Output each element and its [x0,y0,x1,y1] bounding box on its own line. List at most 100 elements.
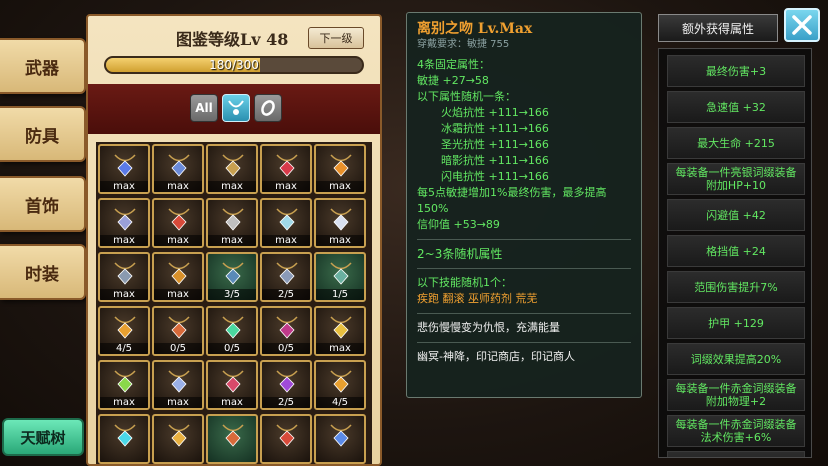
filter-necklace-button[interactable] [222,94,250,122]
item-count: max [100,397,148,408]
skill-header: 以下技能随机1个： [417,276,512,289]
tab-fashion[interactable]: 时装 [0,244,86,300]
filter-bar: All [88,84,380,134]
item-count: max [154,397,202,408]
resist-fire: 火焰抗性 +111→166 [441,106,549,119]
item-count: 2/5 [262,289,310,300]
collection-item[interactable]: max [314,306,366,356]
item-flavor-text: 悲伤慢慢变为仇恨，充满能量 [417,321,560,334]
item-count: max [316,343,364,354]
collection-item[interactable] [314,414,366,464]
jewelry-icon [330,316,352,339]
collection-item[interactable] [98,414,150,464]
item-tooltip: 离别之吻 Lv.Max 穿戴要求：敏捷 755 4条固定属性： 敏捷 +27→5… [406,12,642,398]
resist-frost: 冰霜抗性 +111→166 [441,122,549,135]
item-name: 离别之吻 Lv.Max [417,21,533,37]
jewelry-icon [276,208,298,231]
collection-item[interactable]: max [152,360,204,410]
collection-item[interactable]: max [98,198,150,248]
extra-attribute-item: 词缀效果提高20% [667,343,805,375]
collection-item[interactable] [152,414,204,464]
skill-list: 疾跑 翻滚 巫师药剂 荒芜 [417,292,538,305]
collection-item[interactable]: max [98,252,150,302]
divider [417,239,631,240]
filter-all-button[interactable]: All [190,94,218,122]
collection-item[interactable]: 2/5 [260,360,312,410]
filter-ring-button[interactable] [254,94,282,122]
collection-item[interactable]: max [98,144,150,194]
extra-attribute-item: 每装备一件赤金词缀装备法术伤害+6% [667,415,805,447]
item-count: 4/5 [316,397,364,408]
collection-item[interactable]: max [260,144,312,194]
jewelry-icon [114,208,136,231]
random-attr-header: 以下属性随机一条： [417,90,516,103]
collection-item[interactable]: 2/5 [260,252,312,302]
attr-bonus: 每5点敏捷增加1%最终伤害，最多提高150% [417,186,607,215]
resist-lightning: 闪电抗性 +111→166 [441,170,549,183]
collection-item[interactable]: 4/5 [98,306,150,356]
collection-item[interactable]: max [152,252,204,302]
item-count: max [154,181,202,192]
collection-item[interactable] [206,414,258,464]
tab-jewelry[interactable]: 首饰 [0,176,86,232]
item-count: max [100,181,148,192]
extra-attribute-item: 闪避值 +42 [667,199,805,231]
item-source: 幽冥-神降，印记商店，印记商人 [417,350,575,363]
item-count: max [100,235,148,246]
collection-item[interactable]: max [260,198,312,248]
jewelry-icon [330,370,352,393]
collection-item[interactable]: max [98,360,150,410]
collection-item[interactable]: 0/5 [206,306,258,356]
item-count: max [316,235,364,246]
collection-item[interactable]: 3/5 [206,252,258,302]
collection-level-title: 图鉴等级Lv 48 [176,30,289,49]
tab-weapons[interactable]: 武器 [0,38,86,94]
jewelry-icon [222,424,244,447]
collection-item[interactable]: max [206,360,258,410]
collection-item[interactable]: 1/5 [314,252,366,302]
collection-item[interactable]: max [152,144,204,194]
collection-item[interactable]: max [206,144,258,194]
collection-item[interactable]: max [206,198,258,248]
close-button[interactable] [784,8,820,42]
collection-progress-bar: 180/300 [104,56,364,74]
talent-tree-button[interactable]: 天赋树 [2,418,84,456]
item-count: max [208,235,256,246]
jewelry-icon [168,154,190,177]
collection-item[interactable]: 0/5 [260,306,312,356]
jewelry-icon [168,262,190,285]
item-count: max [100,289,148,300]
collection-item[interactable]: max [314,198,366,248]
jewelry-icon [330,262,352,285]
collection-item[interactable]: max [314,144,366,194]
resist-shadow: 暗影抗性 +111→166 [441,154,549,167]
tab-armor[interactable]: 防具 [0,106,86,162]
attr-faith: 信仰值 +53→89 [417,218,500,231]
jewelry-icon [114,316,136,339]
item-count: 0/5 [262,343,310,354]
item-count: 2/5 [262,397,310,408]
jewelry-icon [330,154,352,177]
item-count: max [316,181,364,192]
jewelry-icon [330,208,352,231]
extra-attributes-header: 额外获得属性 [658,14,778,42]
jewelry-icon [276,370,298,393]
divider [417,342,631,343]
item-count: 4/5 [100,343,148,354]
extra-attribute-item: 每装备一件亮银词缀装备附加HP+10 [667,163,805,195]
jewelry-icon [222,154,244,177]
collection-item-grid: max max max max max max max max max max max max 3/5 2… [96,142,372,464]
collection-item[interactable]: max [152,198,204,248]
collection-item[interactable]: 4/5 [314,360,366,410]
close-icon [792,15,812,35]
next-level-button[interactable]: 下一级 [308,27,364,49]
collection-item[interactable]: 0/5 [152,306,204,356]
extra-attribute-item: 格挡值 +24 [667,235,805,267]
jewelry-icon [276,424,298,447]
jewelry-icon [168,424,190,447]
jewelry-icon [168,208,190,231]
collection-item[interactable] [260,414,312,464]
ring-icon [261,100,275,116]
item-count: max [262,181,310,192]
jewelry-icon [114,154,136,177]
